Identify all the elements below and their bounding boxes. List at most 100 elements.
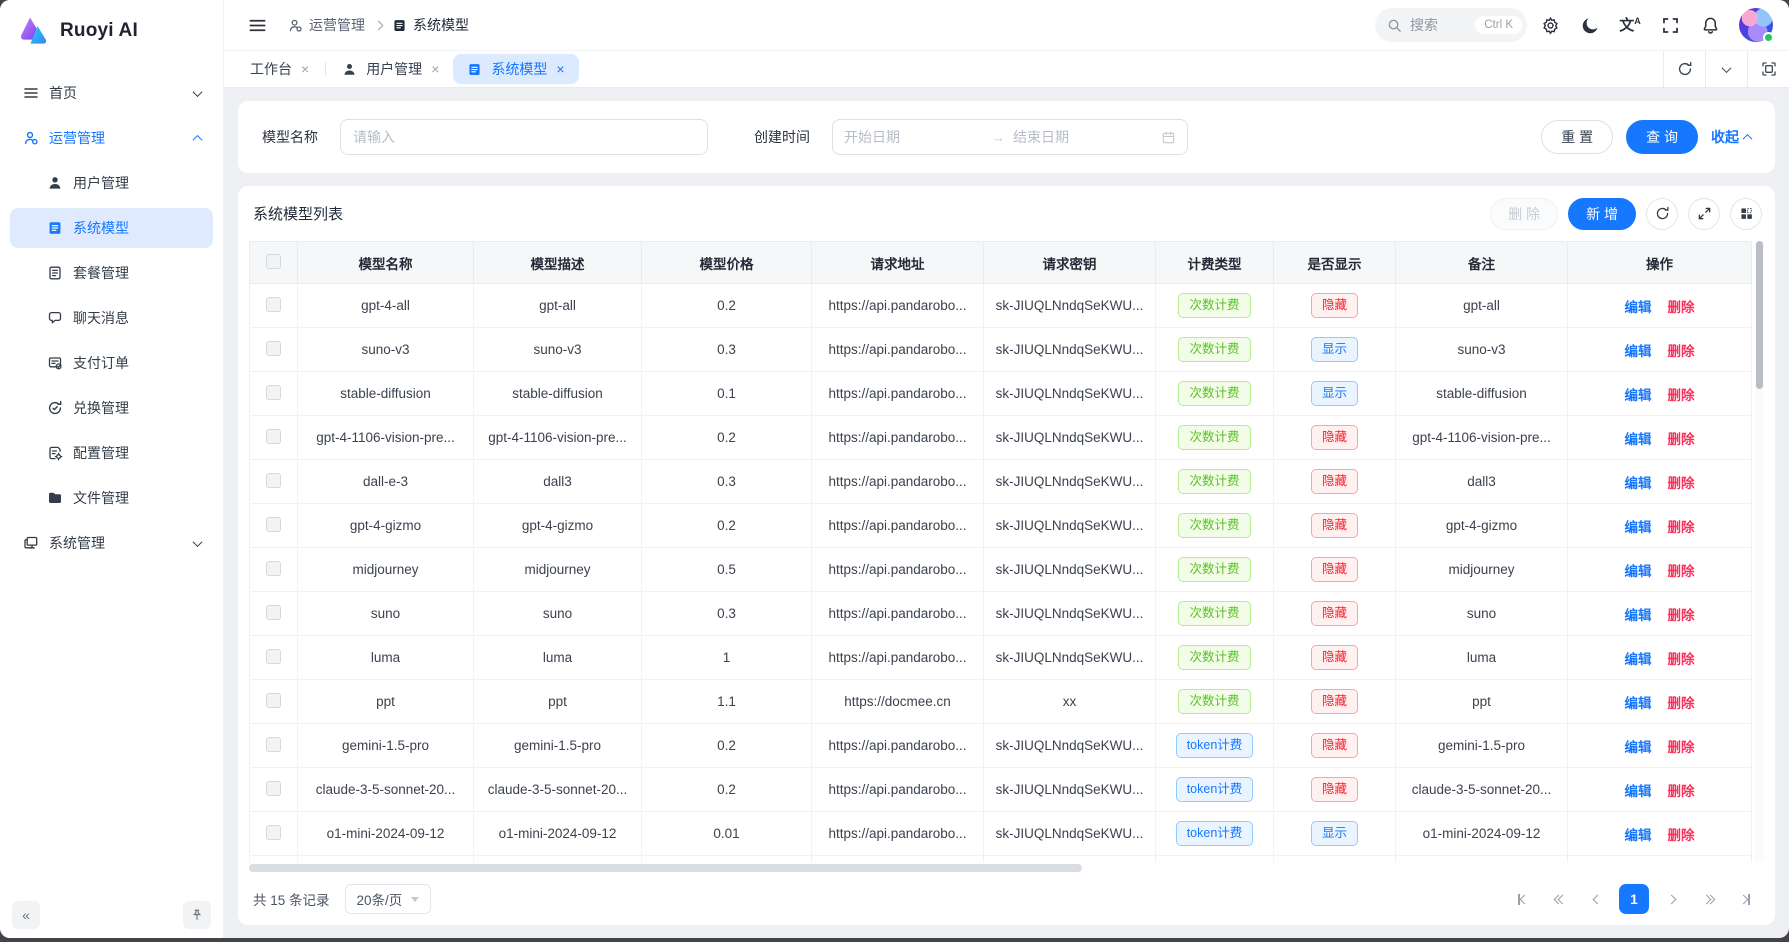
prev-10-pages-button[interactable]	[1545, 884, 1575, 914]
last-page-button[interactable]	[1730, 884, 1760, 914]
content-fullscreen-button[interactable]	[1747, 51, 1789, 87]
edit-link[interactable]: 编辑	[1625, 520, 1652, 535]
page-size-select[interactable]: 20条/页	[345, 884, 432, 914]
sidebar-item-1[interactable]: 运营管理	[10, 118, 213, 158]
edit-link[interactable]: 编辑	[1625, 300, 1652, 315]
collapse-filter-link[interactable]: 收起	[1711, 127, 1751, 147]
row-checkbox[interactable]	[266, 605, 281, 620]
edit-link[interactable]: 编辑	[1625, 784, 1652, 799]
theme-toggle-button[interactable]	[1573, 8, 1607, 42]
sidebar-item-8[interactable]: 配置管理	[10, 433, 213, 473]
notifications-button[interactable]	[1693, 8, 1727, 42]
edit-link[interactable]: 编辑	[1625, 828, 1652, 843]
settings-button[interactable]	[1533, 8, 1567, 42]
breadcrumb-item-operation[interactable]: 运营管理	[288, 15, 365, 35]
sidebar-item-4[interactable]: 套餐管理	[10, 253, 213, 293]
delete-link[interactable]: 删除	[1668, 608, 1695, 623]
column-header-8[interactable]: 操作	[1568, 242, 1752, 284]
delete-link[interactable]: 删除	[1668, 520, 1695, 535]
column-header-5[interactable]: 计费类型	[1156, 242, 1274, 284]
column-header-2[interactable]: 模型价格	[642, 242, 812, 284]
column-header-4[interactable]: 请求密钥	[984, 242, 1156, 284]
column-settings-button[interactable]	[1730, 198, 1762, 230]
horizontal-scrollbar-thumb[interactable]	[249, 864, 1082, 872]
delete-link[interactable]: 删除	[1668, 300, 1695, 315]
tab-2[interactable]: 系统模型×	[453, 54, 578, 84]
delete-selected-button[interactable]: 删 除	[1490, 198, 1558, 230]
tab-menu-button[interactable]	[1705, 51, 1747, 87]
row-checkbox[interactable]	[266, 781, 281, 796]
reset-button[interactable]: 重 置	[1541, 120, 1613, 154]
column-header-0[interactable]: 模型名称	[298, 242, 474, 284]
user-avatar[interactable]	[1739, 8, 1773, 42]
column-header-7[interactable]: 备注	[1396, 242, 1568, 284]
menu-toggle-button[interactable]	[240, 8, 274, 42]
select-all-checkbox[interactable]	[266, 254, 281, 269]
row-checkbox[interactable]	[266, 341, 281, 356]
vertical-scrollbar-thumb[interactable]	[1756, 241, 1763, 389]
sidebar-item-2[interactable]: 用户管理	[10, 163, 213, 203]
delete-link[interactable]: 删除	[1668, 344, 1695, 359]
app-logo[interactable]: Ruoyi AI	[0, 0, 223, 62]
row-checkbox[interactable]	[266, 825, 281, 840]
row-checkbox[interactable]	[266, 473, 281, 488]
delete-link[interactable]: 删除	[1668, 564, 1695, 579]
first-page-button[interactable]	[1508, 884, 1538, 914]
edit-link[interactable]: 编辑	[1625, 740, 1652, 755]
row-checkbox[interactable]	[266, 649, 281, 664]
page-1-button[interactable]: 1	[1619, 884, 1649, 914]
sidebar-item-7[interactable]: 兑换管理	[10, 388, 213, 428]
breadcrumb-item-model[interactable]: 系统模型	[392, 15, 469, 35]
add-button[interactable]: 新 增	[1568, 198, 1636, 230]
edit-link[interactable]: 编辑	[1625, 344, 1652, 359]
delete-link[interactable]: 删除	[1668, 696, 1695, 711]
edit-link[interactable]: 编辑	[1625, 432, 1652, 447]
refresh-page-button[interactable]	[1663, 51, 1705, 87]
row-checkbox[interactable]	[266, 297, 281, 312]
sidebar-item-3[interactable]: 系统模型	[10, 208, 213, 248]
delete-link[interactable]: 删除	[1668, 476, 1695, 491]
tab-1[interactable]: 用户管理×	[328, 54, 453, 84]
row-checkbox[interactable]	[266, 429, 281, 444]
row-checkbox[interactable]	[266, 517, 281, 532]
edit-link[interactable]: 编辑	[1625, 696, 1652, 711]
column-header-6[interactable]: 是否显示	[1274, 242, 1396, 284]
sidebar-item-9[interactable]: 文件管理	[10, 478, 213, 518]
delete-link[interactable]: 删除	[1668, 652, 1695, 667]
search-button[interactable]: 查 询	[1626, 120, 1698, 154]
global-search-input[interactable]: 搜索 Ctrl K	[1375, 8, 1527, 42]
close-icon[interactable]: ×	[301, 62, 309, 76]
date-range-input[interactable]: 开始日期 → 结束日期	[832, 119, 1188, 155]
sidebar-item-6[interactable]: 支付订单	[10, 343, 213, 383]
edit-link[interactable]: 编辑	[1625, 564, 1652, 579]
edit-link[interactable]: 编辑	[1625, 388, 1652, 403]
column-header-3[interactable]: 请求地址	[812, 242, 984, 284]
row-checkbox[interactable]	[266, 561, 281, 576]
delete-link[interactable]: 删除	[1668, 388, 1695, 403]
expand-table-button[interactable]	[1688, 198, 1720, 230]
delete-link[interactable]: 删除	[1668, 784, 1695, 799]
refresh-table-button[interactable]	[1646, 198, 1678, 230]
row-checkbox[interactable]	[266, 693, 281, 708]
column-header-1[interactable]: 模型描述	[474, 242, 642, 284]
close-icon[interactable]: ×	[431, 62, 439, 76]
vertical-scrollbar[interactable]	[1755, 241, 1764, 862]
edit-link[interactable]: 编辑	[1625, 476, 1652, 491]
sidebar-item-10[interactable]: 系统管理	[10, 523, 213, 563]
prev-page-button[interactable]	[1582, 884, 1612, 914]
horizontal-scrollbar[interactable]	[249, 863, 1764, 873]
sidebar-pin-button[interactable]	[183, 901, 211, 929]
next-10-pages-button[interactable]	[1693, 884, 1723, 914]
fullscreen-button[interactable]	[1653, 8, 1687, 42]
next-page-button[interactable]	[1656, 884, 1686, 914]
delete-link[interactable]: 删除	[1668, 828, 1695, 843]
sidebar-item-0[interactable]: 首页	[10, 73, 213, 113]
language-button[interactable]: 文A	[1613, 8, 1647, 42]
close-icon[interactable]: ×	[556, 62, 564, 76]
sidebar-item-5[interactable]: 聊天消息	[10, 298, 213, 338]
row-checkbox[interactable]	[266, 737, 281, 752]
row-checkbox[interactable]	[266, 385, 281, 400]
delete-link[interactable]: 删除	[1668, 432, 1695, 447]
edit-link[interactable]: 编辑	[1625, 608, 1652, 623]
model-name-input[interactable]	[340, 119, 708, 155]
